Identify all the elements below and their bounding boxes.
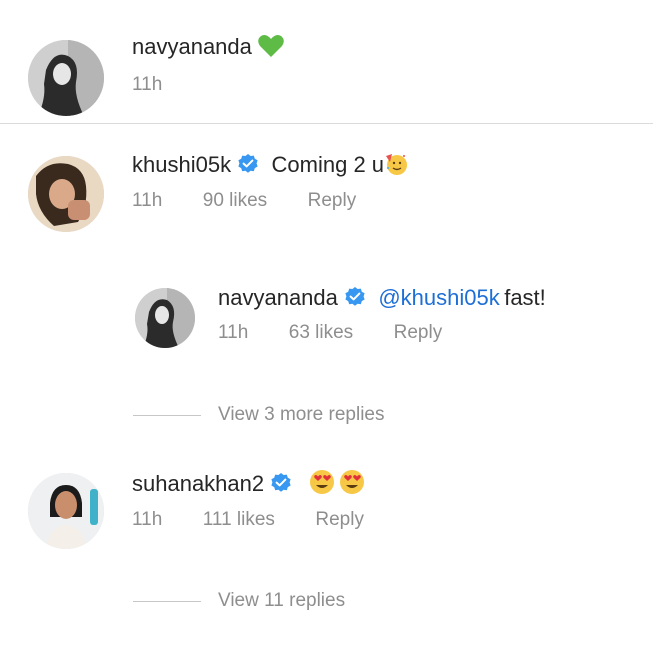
verified-badge-icon <box>237 153 259 175</box>
verified-badge-icon <box>270 472 292 494</box>
comment-timestamp: 11h <box>132 74 163 95</box>
comment-username[interactable]: navyananda <box>132 34 252 59</box>
avatar-photo <box>28 473 104 549</box>
view-replies-line <box>133 601 201 602</box>
reply-button[interactable]: Reply <box>394 322 443 343</box>
heart-eyes-icon <box>309 469 335 500</box>
mention-link[interactable]: @khushi05k <box>378 285 499 310</box>
reply-timestamp: 11h <box>218 322 249 343</box>
likes-count[interactable]: 111 likes <box>203 509 275 530</box>
verified-badge-icon <box>344 286 366 308</box>
avatar[interactable] <box>28 473 104 549</box>
view-more-replies-button[interactable]: View 3 more replies <box>218 404 385 426</box>
reply-button[interactable]: Reply <box>315 509 364 530</box>
comment-text: Coming 2 u <box>271 152 385 177</box>
heart-eyes-icon <box>339 469 365 500</box>
likes-count[interactable]: 63 likes <box>289 322 353 343</box>
partying-face-icon <box>384 152 408 181</box>
reply-button[interactable]: Reply <box>308 190 357 211</box>
reply-username[interactable]: navyananda <box>218 285 338 310</box>
comment-username[interactable]: suhanakhan2 <box>132 471 264 496</box>
avatar[interactable] <box>135 288 195 348</box>
green-heart-icon <box>258 34 284 58</box>
comment-username[interactable]: khushi05k <box>132 152 231 177</box>
avatar[interactable] <box>28 40 104 116</box>
comment-timestamp: 11h <box>132 190 163 211</box>
view-replies-line <box>133 415 201 416</box>
likes-count[interactable]: 90 likes <box>203 190 267 211</box>
comment-timestamp: 11h <box>132 509 163 530</box>
section-divider <box>0 123 653 124</box>
view-replies-button[interactable]: View 11 replies <box>218 590 345 612</box>
reply-text: fast! <box>504 285 546 310</box>
avatar[interactable] <box>28 156 104 232</box>
avatar-photo <box>28 40 104 116</box>
avatar-photo <box>28 156 104 232</box>
avatar-photo <box>135 288 195 348</box>
